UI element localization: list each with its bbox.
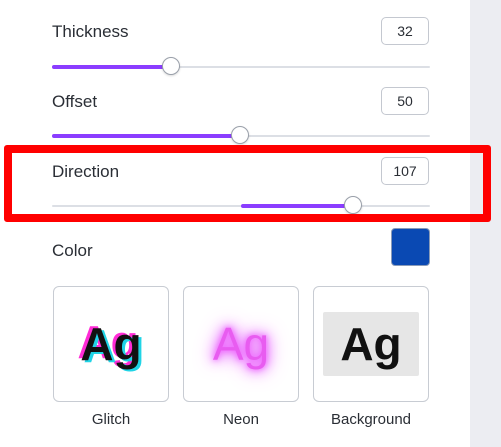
glitch-text: Ag	[80, 318, 142, 370]
offset-slider[interactable]	[52, 126, 430, 146]
color-label: Color	[52, 241, 93, 260]
direction-value-input[interactable]: 107	[381, 157, 429, 185]
slider-thumb[interactable]	[231, 126, 249, 144]
effect-label-neon: Neon	[223, 411, 259, 428]
effect-card-glitch[interactable]: Ag Ag Ag	[53, 286, 169, 402]
scrollbar-track[interactable]	[470, 0, 501, 447]
slider-thumb[interactable]	[344, 196, 362, 214]
color-swatch[interactable]	[391, 228, 430, 266]
glitch-preview: Ag Ag Ag	[77, 318, 144, 370]
direction-label: Direction	[52, 162, 120, 181]
thickness-slider[interactable]	[52, 57, 430, 77]
slider-fill	[52, 65, 172, 69]
slider-thumb[interactable]	[162, 57, 180, 75]
effect-label-background: Background	[330, 411, 412, 428]
offset-value-input[interactable]: 50	[381, 87, 429, 115]
offset-label: Offset	[52, 92, 98, 111]
slider-fill	[52, 134, 241, 138]
direction-slider[interactable]	[52, 196, 430, 216]
effect-card-background[interactable]: Ag	[313, 286, 429, 402]
thickness-label: Thickness	[52, 22, 129, 41]
effect-card-neon[interactable]: Ag	[183, 286, 299, 402]
background-preview-box: Ag	[323, 312, 419, 376]
slider-fill	[241, 204, 354, 208]
background-preview-text: Ag	[340, 318, 402, 370]
effect-label-glitch: Glitch	[91, 411, 131, 428]
neon-preview: Ag	[212, 318, 270, 370]
thickness-value-input[interactable]: 32	[381, 17, 429, 45]
